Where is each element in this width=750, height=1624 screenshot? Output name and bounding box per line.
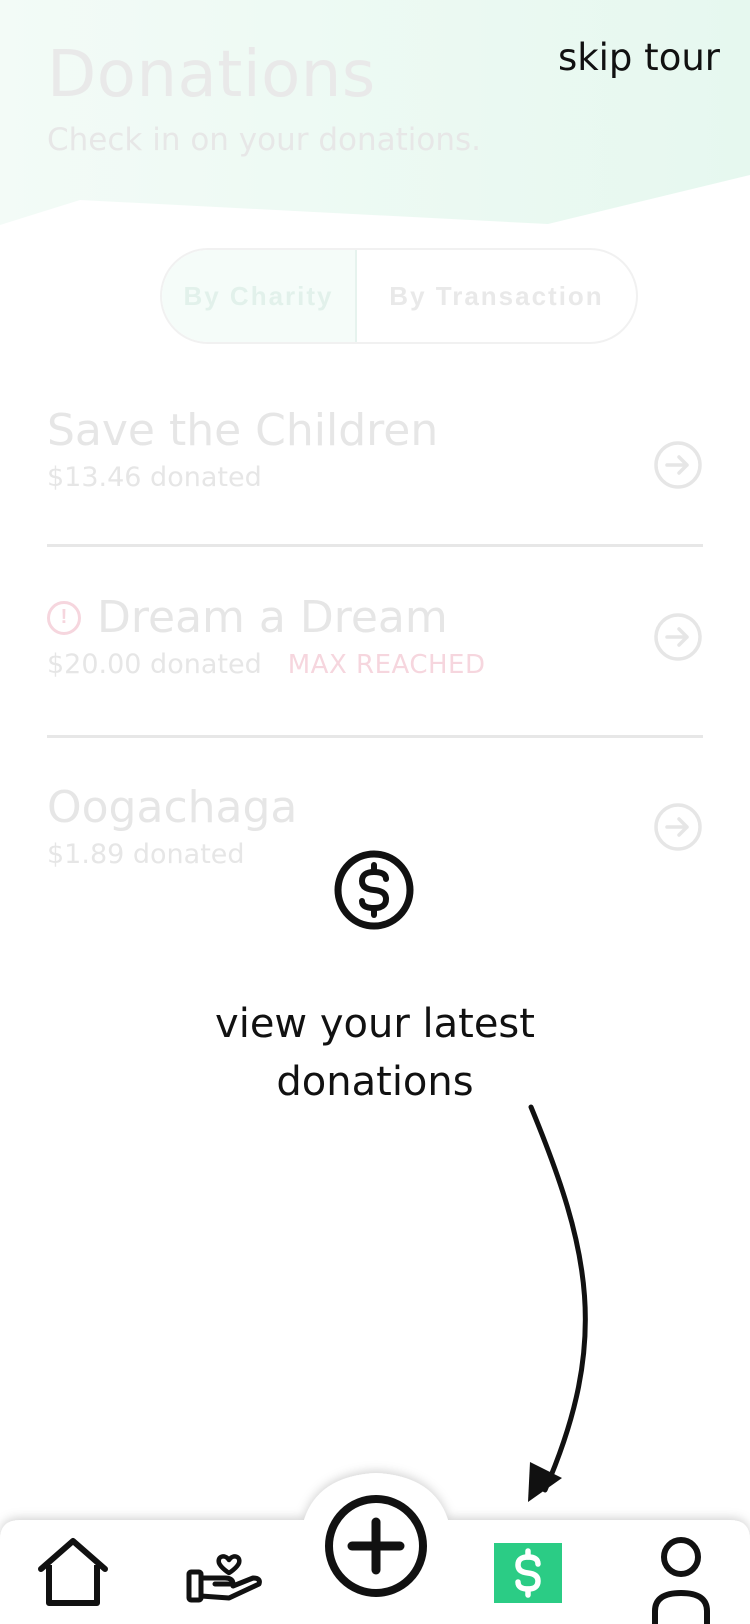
charity-name: Save the Children xyxy=(47,405,439,456)
arrow-right-circle-icon[interactable] xyxy=(653,612,703,662)
plus-circle-icon[interactable] xyxy=(322,1492,430,1600)
page-title: Donations xyxy=(47,38,376,112)
tab-by-transaction[interactable]: By Transaction xyxy=(357,250,636,342)
arrow-right-circle-icon[interactable] xyxy=(653,440,703,490)
alert-circle-icon: ! xyxy=(47,600,81,635)
skip-tour-button[interactable]: skip tour xyxy=(558,36,720,79)
view-toggle: By Charity By Transaction xyxy=(160,248,638,344)
charity-row[interactable]: ! Dream a Dream $20.00 donated MAX REACH… xyxy=(47,592,703,702)
tab-by-charity[interactable]: By Charity xyxy=(162,250,357,342)
tour-message: view your latest donations xyxy=(215,1001,535,1105)
charity-row[interactable]: Save the Children $13.46 donated xyxy=(47,405,703,515)
max-reached-badge: MAX REACHED xyxy=(287,649,486,680)
dollar-circle-icon xyxy=(334,850,414,930)
dollar-square-icon[interactable] xyxy=(494,1543,562,1603)
donation-amount: $13.46 donated xyxy=(47,462,262,493)
donation-amount-wrap: $20.00 donated MAX REACHED xyxy=(47,649,703,680)
charity-name-wrap: ! Dream a Dream xyxy=(47,592,703,643)
donation-amount: $20.00 donated xyxy=(47,649,262,680)
header-background xyxy=(0,0,750,225)
hand-heart-icon[interactable] xyxy=(185,1540,265,1606)
charity-name: Dream a Dream xyxy=(97,592,448,643)
charity-name: Oogachaga xyxy=(47,782,298,833)
divider xyxy=(47,735,703,738)
home-icon[interactable] xyxy=(36,1535,110,1607)
page-subtitle: Check in on your donations. xyxy=(47,122,482,158)
user-icon[interactable] xyxy=(650,1535,712,1624)
divider xyxy=(47,544,703,547)
arrow-right-circle-icon[interactable] xyxy=(653,802,703,852)
